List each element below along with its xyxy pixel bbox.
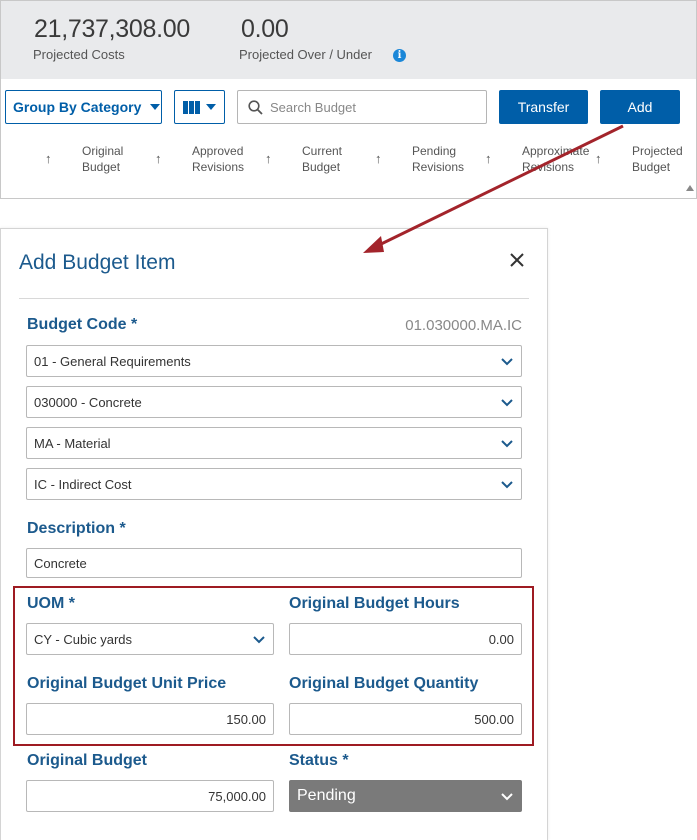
column-header-line: Current: [302, 144, 343, 158]
category-select-value: MA - Material: [34, 435, 111, 451]
status-label: Status *: [289, 752, 349, 769]
original-budget-hours-value: 0.00: [488, 631, 514, 647]
original-budget-hours-label: Original Budget Hours: [289, 595, 460, 612]
column-header-line: Approximate: [522, 144, 590, 158]
column-header-line: Revisions: [522, 160, 575, 174]
chevron-down-icon: [501, 399, 513, 407]
sort-arrow-icon[interactable]: ↑: [595, 151, 602, 166]
original-budget-value: 75,000.00: [208, 788, 266, 804]
description-input-value: Concrete: [34, 555, 87, 571]
column-header-line: Revisions: [192, 160, 245, 174]
transfer-button[interactable]: Transfer: [499, 90, 588, 124]
uom-select[interactable]: CY - Cubic yards: [26, 623, 274, 655]
description-label: Description *: [27, 520, 126, 537]
columns-icon: [183, 100, 200, 114]
modal-title: Add Budget Item: [19, 251, 176, 274]
cost-type-select-value: IC - Indirect Cost: [34, 476, 132, 492]
column-header-line: Original: [82, 144, 124, 158]
column-header-current-budget[interactable]: Current Budget: [302, 143, 342, 175]
original-budget-quantity-label: Original Budget Quantity: [289, 675, 479, 692]
caret-down-icon: [206, 104, 216, 110]
search-placeholder: Search Budget: [270, 99, 357, 115]
close-icon[interactable]: [509, 252, 525, 268]
column-header-line: Approved: [192, 144, 244, 158]
projected-costs-value: 21,737,308.00: [34, 15, 190, 43]
category-select[interactable]: MA - Material: [26, 427, 522, 459]
uom-label: UOM *: [27, 595, 75, 612]
chevron-down-icon: [501, 358, 513, 366]
column-header-line: Budget: [82, 160, 121, 174]
cost-code-select-value: 030000 - Concrete: [34, 394, 142, 410]
status-select-value: Pending: [297, 787, 356, 804]
chevron-down-icon: [501, 440, 513, 448]
column-header-approximate-revisions[interactable]: Approximate Revisions: [522, 143, 589, 175]
group-by-dropdown[interactable]: Group By Category: [5, 90, 162, 124]
search-budget-input[interactable]: Search Budget: [237, 90, 487, 124]
modal-divider: [19, 298, 529, 299]
column-header-original-budget[interactable]: Original Budget: [82, 143, 123, 175]
group-by-label: Group By Category: [13, 99, 142, 115]
original-budget-label: Original Budget: [27, 752, 147, 769]
over-under-label: Projected Over / Under: [239, 47, 372, 62]
scroll-up-icon[interactable]: [686, 185, 694, 191]
column-header-line: Pending: [412, 144, 457, 158]
info-icon[interactable]: i: [393, 49, 406, 62]
caret-down-icon: [150, 104, 161, 110]
uom-select-value: CY - Cubic yards: [34, 631, 133, 647]
column-header-line: Revisions: [412, 160, 465, 174]
original-budget-hours-input[interactable]: 0.00: [289, 623, 522, 655]
column-header-line: Budget: [632, 160, 671, 174]
cost-type-select[interactable]: IC - Indirect Cost: [26, 468, 522, 500]
sort-arrow-icon[interactable]: ↑: [485, 151, 492, 166]
chevron-down-icon: [501, 481, 513, 489]
budget-summary-bar: 21,737,308.00 Projected Costs 0.00 Proje…: [0, 0, 697, 79]
cost-code-select[interactable]: 030000 - Concrete: [26, 386, 522, 418]
original-budget-unit-price-value: 150.00: [226, 711, 266, 727]
original-budget-input[interactable]: 75,000.00: [26, 780, 274, 812]
budget-code-value: 01.030000.MA.IC: [405, 317, 522, 334]
projected-costs-label: Projected Costs: [33, 47, 125, 62]
original-budget-quantity-value: 500.00: [474, 711, 514, 727]
division-select[interactable]: 01 - General Requirements: [26, 345, 522, 377]
description-input[interactable]: Concrete: [26, 548, 522, 578]
over-under-value: 0.00: [241, 15, 289, 43]
budget-code-label: Budget Code *: [27, 316, 138, 333]
column-header-line: Projected: [632, 144, 683, 158]
search-icon: [248, 99, 263, 115]
original-budget-unit-price-input[interactable]: 150.00: [26, 703, 274, 735]
column-header-pending-revisions[interactable]: Pending Revisions: [412, 143, 464, 175]
column-header-line: Budget: [302, 160, 341, 174]
status-select[interactable]: Pending: [289, 780, 522, 812]
original-budget-unit-price-label: Original Budget Unit Price: [27, 675, 227, 692]
original-budget-quantity-input[interactable]: 500.00: [289, 703, 522, 735]
sort-arrow-icon[interactable]: ↑: [265, 151, 272, 166]
division-select-value: 01 - General Requirements: [34, 353, 191, 369]
columns-toggle-button[interactable]: [174, 90, 225, 124]
sort-arrow-icon[interactable]: ↑: [375, 151, 382, 166]
column-header-projected-budget[interactable]: Projected Budget: [632, 143, 696, 175]
sort-arrow-icon[interactable]: ↑: [45, 151, 52, 166]
chevron-down-icon: [501, 793, 513, 801]
column-header-approved-revisions[interactable]: Approved Revisions: [192, 143, 244, 175]
add-button[interactable]: Add: [600, 90, 680, 124]
chevron-down-icon: [253, 636, 265, 644]
sort-arrow-icon[interactable]: ↑: [155, 151, 162, 166]
